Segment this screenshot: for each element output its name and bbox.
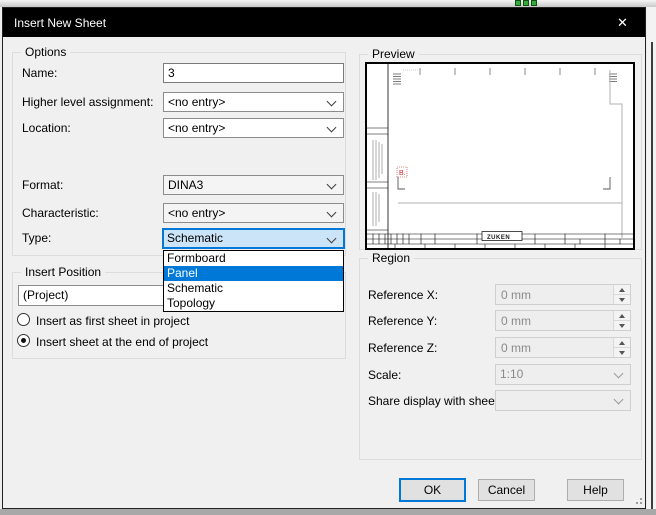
chevron-down-icon [614,369,624,379]
options-group-label: Options [21,45,70,59]
higher-level-assignment-combobox[interactable]: <no entry> [163,92,344,112]
reference-y-spinner[interactable] [613,311,630,330]
name-input[interactable]: 3 [163,63,344,83]
dropdown-item-formboard[interactable]: Formboard [164,251,343,266]
cancel-button-label: Cancel [479,480,534,500]
spin-down-icon [619,324,625,328]
radio-end-of-project-label: Insert sheet at the end of project [36,335,208,349]
spin-down-icon [619,298,625,302]
reference-z-value: 0 mm [501,341,531,355]
scale-value: 1:10 [500,367,523,381]
radio-end-of-project[interactable] [17,334,30,347]
radio-first-sheet[interactable] [17,313,30,326]
preview-group-label: Preview [368,47,419,61]
location-label: Location: [22,121,71,135]
zuken-logo: ZUKEN [487,235,510,241]
dialog-title: Insert New Sheet [3,16,106,30]
reference-x-value: 0 mm [501,288,531,302]
dropdown-item-panel[interactable]: Panel [164,266,343,281]
higher-level-assignment-label: Higher level assignment: [22,95,153,109]
location-combobox[interactable]: <no entry> [163,118,344,138]
ok-button[interactable]: OK [399,478,466,502]
characteristic-combobox[interactable]: <no entry> [163,203,344,223]
close-button[interactable]: ✕ [600,8,645,37]
ok-button-label: OK [401,480,464,500]
background-app-mark [531,0,537,6]
dropdown-item-topology[interactable]: Topology [164,296,343,311]
reference-y-value: 0 mm [501,314,531,328]
higher-level-assignment-value: <no entry> [168,95,225,109]
radio-first-sheet-label: Insert as first sheet in project [36,314,189,328]
format-value: DINA3 [168,178,203,192]
reference-x-label: Reference X: [368,288,438,302]
name-label: Name: [22,66,57,80]
insert-position-group-label: Insert Position [21,265,105,279]
characteristic-label: Characteristic: [22,206,99,220]
desktop-background-top [0,0,656,7]
close-icon: ✕ [617,15,628,31]
cancel-button[interactable]: Cancel [478,479,535,501]
scale-combobox: 1:10 [495,364,631,385]
insert-new-sheet-dialog: Insert New Sheet ✕ Options Name: 3 Highe… [2,7,646,509]
help-button-label: Help [568,480,623,500]
format-combobox[interactable]: DINA3 [163,175,344,195]
share-display-label: Share display with sheet: [368,394,501,408]
chevron-down-icon [327,97,337,107]
chevron-down-icon [327,180,337,190]
characteristic-value: <no entry> [168,206,225,220]
chevron-down-icon [614,395,624,405]
type-label: Type: [22,231,51,245]
background-app-mark [515,0,521,6]
type-combobox[interactable]: Schematic [162,228,345,249]
chevron-down-icon [327,208,337,218]
location-value: <no entry> [168,121,225,135]
chevron-down-icon [327,123,337,133]
chevron-down-icon [327,234,337,244]
background-window-edge [651,42,653,509]
sheet-preview: B. ZUKEN [365,62,635,250]
reference-z-label: Reference Z: [368,341,437,355]
desktop-background-bottom [0,509,656,515]
reference-y-label: Reference Y: [368,314,437,328]
reference-z-spinner[interactable] [613,338,630,357]
reference-z-spinbox[interactable]: 0 mm [495,337,631,358]
type-value: Schematic [167,231,223,245]
format-label: Format: [22,178,63,192]
spin-up-icon [619,288,625,292]
reference-y-spinbox[interactable]: 0 mm [495,310,631,331]
reference-x-spinbox[interactable]: 0 mm [495,284,631,305]
scale-label: Scale: [368,368,401,382]
preview-warning-mark: B. [399,170,406,177]
resize-grip-icon[interactable] [631,493,642,504]
background-app-mark [523,0,529,6]
dropdown-item-schematic[interactable]: Schematic [164,281,343,296]
reference-x-spinner[interactable] [613,285,630,304]
help-button[interactable]: Help [567,479,624,501]
spin-up-icon [619,341,625,345]
region-group-label: Region [368,251,414,265]
insert-target-value: (Project) [23,288,68,302]
title-bar: Insert New Sheet ✕ [3,8,645,37]
spin-up-icon [619,314,625,318]
spin-down-icon [619,351,625,355]
type-dropdown-list: Formboard Panel Schematic Topology [163,250,344,312]
share-display-combobox [495,390,631,411]
